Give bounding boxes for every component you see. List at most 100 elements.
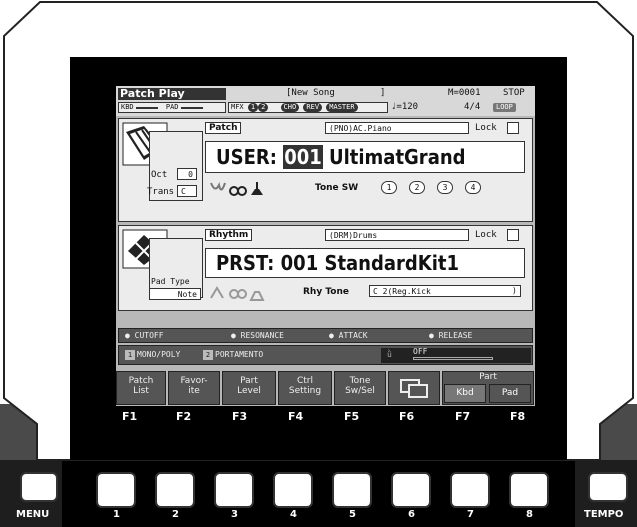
rhythm-name: StandardKit1 bbox=[324, 251, 460, 275]
window-switch-icon bbox=[400, 379, 428, 398]
switch2-num: 2 bbox=[203, 350, 213, 360]
trans-field[interactable]: C bbox=[177, 185, 197, 197]
switch1-num: 1 bbox=[125, 350, 135, 360]
knob-cutoff: ● CUTOFF bbox=[125, 331, 164, 340]
menu-button[interactable] bbox=[20, 472, 58, 502]
patch-name: UltimatGrand bbox=[329, 145, 466, 169]
rhythm-category-field[interactable]: (DRM)Drums bbox=[325, 229, 469, 241]
f3-part-level-button[interactable]: Part Level bbox=[222, 371, 276, 405]
mfx1-badge: 1 bbox=[247, 103, 259, 112]
pad-type-field[interactable]: Note bbox=[149, 288, 201, 300]
pad-label: PAD bbox=[165, 103, 179, 111]
loop-badge: LOOP bbox=[493, 103, 516, 112]
f4-label: F4 bbox=[288, 410, 304, 423]
knob-assign-bar: ● CUTOFF ● RESONANCE ● ATTACK ● RELEASE bbox=[118, 328, 533, 343]
rhythm-section[interactable]: Pad Type Note Rhythm (DRM)Drums Lock PRS… bbox=[118, 225, 533, 311]
song-bracket: ] bbox=[380, 88, 386, 98]
time-signature: 4/4 bbox=[464, 102, 481, 112]
patch-category-field[interactable]: (PNO)AC.Piano bbox=[325, 122, 469, 134]
number-label-4: 4 bbox=[290, 509, 297, 520]
number-button-3[interactable] bbox=[214, 472, 254, 508]
switch-assign-bar: 1 MONO/POLY 2 PORTAMENTO ǜ OFF bbox=[118, 345, 533, 365]
number-label-3: 3 bbox=[231, 509, 238, 520]
status-header: Patch Play [New Song ] M=0001 STOP KBD P… bbox=[116, 86, 535, 116]
rhythm-lock-checkbox[interactable] bbox=[507, 229, 519, 241]
patch-section-label: Patch bbox=[205, 122, 242, 134]
number-button-1[interactable] bbox=[96, 472, 136, 508]
number-button-6[interactable] bbox=[391, 472, 431, 508]
f2-label: F2 bbox=[176, 410, 192, 423]
patch-number-display[interactable]: USER: 001 UltimatGrand bbox=[205, 141, 525, 173]
patch-lock-label: Lock bbox=[475, 123, 497, 133]
oct-field[interactable]: 0 bbox=[177, 168, 197, 180]
rhythm-lock-label: Lock bbox=[475, 230, 497, 240]
oct-label: Oct bbox=[151, 170, 168, 180]
switch2-label: PORTAMENTO bbox=[215, 350, 264, 359]
kbd-pad-indicator: KBD PAD bbox=[118, 102, 226, 113]
knob-attack: ● ATTACK bbox=[329, 331, 368, 340]
switch1-label: MONO/POLY bbox=[137, 350, 181, 359]
tempo-button[interactable] bbox=[588, 472, 628, 502]
rhy-tone-label: Rhy Tone bbox=[303, 287, 349, 297]
number-button-4[interactable] bbox=[273, 472, 313, 508]
rev-badge: REV bbox=[303, 103, 323, 112]
song-name: [New Song bbox=[286, 88, 335, 98]
f5-label: F5 bbox=[344, 410, 360, 423]
tempo-label: TEMPO bbox=[584, 509, 624, 520]
menu-label: MENU bbox=[16, 509, 50, 520]
d-beam-meter bbox=[413, 357, 493, 360]
f6-window-button[interactable] bbox=[388, 371, 440, 405]
tempo-readout: ♩=120 bbox=[391, 102, 419, 112]
part-label: Part bbox=[479, 372, 497, 382]
rhythm-tone-icons bbox=[210, 286, 265, 301]
rhy-tone-field[interactable]: C 2(Reg.Kick bbox=[369, 285, 521, 297]
rhy-tone-bracket: ) bbox=[512, 286, 517, 295]
number-button-8[interactable] bbox=[509, 472, 549, 508]
number-button-7[interactable] bbox=[450, 472, 490, 508]
effects-indicator: MFX 12 CHO REV MASTER bbox=[228, 102, 388, 113]
patch-bank: USER: bbox=[216, 145, 277, 169]
tone-icons bbox=[210, 181, 263, 196]
patch-number[interactable]: 001 bbox=[283, 145, 323, 169]
f4-ctrl-setting-button[interactable]: Ctrl Setting bbox=[278, 371, 332, 405]
f1-label: F1 bbox=[122, 410, 138, 423]
kbd-label: KBD bbox=[121, 103, 134, 111]
d-beam-area bbox=[381, 348, 531, 363]
mfx2-badge: 2 bbox=[258, 103, 269, 112]
number-label-6: 6 bbox=[408, 509, 415, 520]
tone-switch-3[interactable]: 3 bbox=[437, 181, 453, 194]
transport-state: STOP bbox=[503, 88, 525, 98]
f5-tone-sw-sel-button[interactable]: Tone Sw/Sel bbox=[334, 371, 386, 405]
lcd-screen: Patch Play [New Song ] M=0001 STOP KBD P… bbox=[116, 86, 535, 406]
master-badge: MASTER bbox=[326, 103, 358, 112]
patch-lock-checkbox[interactable] bbox=[507, 122, 519, 134]
f7-kbd-button[interactable]: Kbd bbox=[444, 384, 486, 403]
patch-section[interactable]: Oct 0 Trans C Patch (PNO)AC.Piano Lock U… bbox=[118, 118, 533, 222]
tone-switch-1[interactable]: 1 bbox=[381, 181, 397, 194]
f6-label: F6 bbox=[399, 410, 415, 423]
mfx-label: MFX bbox=[231, 103, 244, 111]
tone-sw-label: Tone SW bbox=[315, 183, 359, 193]
pad-type-label: Pad Type bbox=[151, 277, 190, 286]
knob-release: ● RELEASE bbox=[429, 331, 473, 340]
number-label-1: 1 bbox=[113, 509, 120, 520]
f2-favorite-button[interactable]: Favor- ite bbox=[168, 371, 220, 405]
number-button-5[interactable] bbox=[332, 472, 372, 508]
number-label-5: 5 bbox=[349, 509, 356, 520]
tone-switch-4[interactable]: 4 bbox=[465, 181, 481, 194]
f3-label: F3 bbox=[232, 410, 248, 423]
rhythm-number[interactable]: 001 bbox=[281, 251, 319, 275]
number-label-7: 7 bbox=[467, 509, 474, 520]
f8-pad-button[interactable]: Pad bbox=[489, 384, 531, 403]
tone-switch-2[interactable]: 2 bbox=[409, 181, 425, 194]
f7-label: F7 bbox=[455, 410, 471, 423]
number-label-8: 8 bbox=[526, 509, 533, 520]
rhythm-bank: PRST: bbox=[216, 251, 275, 275]
rhythm-number-display[interactable]: PRST: 001 StandardKit1 bbox=[205, 248, 525, 278]
number-button-2[interactable] bbox=[155, 472, 195, 508]
f1-patch-list-button[interactable]: Patch List bbox=[116, 371, 166, 405]
number-label-2: 2 bbox=[172, 509, 179, 520]
cho-badge: CHO bbox=[280, 103, 300, 112]
knob-resonance: ● RESONANCE bbox=[231, 331, 284, 340]
trans-label: Trans bbox=[147, 187, 175, 197]
